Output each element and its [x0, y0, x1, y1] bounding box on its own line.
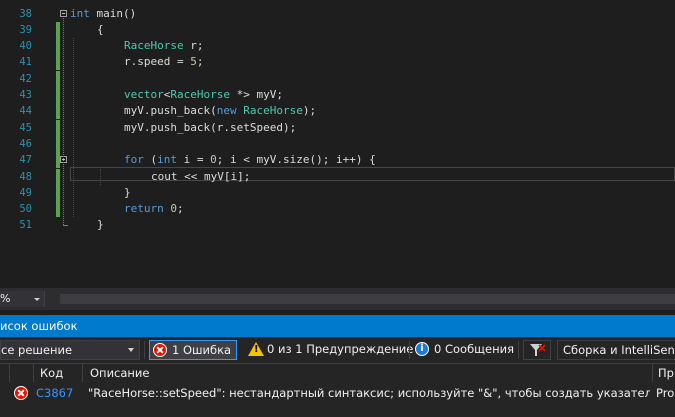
code-text: myV.push_back(r.setSpeed); — [124, 120, 297, 134]
code-editor[interactable]: 38 int main() 39 {40 RaceHorse r; 41 r.speed =… — [0, 0, 675, 288]
panel-title: исок ошибок — [0, 319, 78, 333]
code-text: } — [124, 185, 131, 199]
code-text: r.speed = 5; — [124, 55, 204, 69]
error-icon — [14, 386, 28, 400]
table-row[interactable]: C3867 "RaceHorse::setSpeed": нестандартн… — [0, 382, 675, 404]
editor-zoom-bar: % — [0, 288, 675, 310]
code-text: vector<RaceHorse *> myV; — [124, 88, 283, 101]
error-code-link[interactable]: C3867 — [36, 382, 73, 404]
line-number: 41 — [19, 56, 32, 69]
info-icon: i — [415, 342, 429, 356]
code-text: return 0; — [124, 202, 184, 216]
error-project: Pro — [656, 386, 675, 400]
line-number: 47 — [19, 154, 32, 167]
line-number: 40 — [19, 40, 32, 53]
error-icon — [153, 343, 167, 357]
line-number: 44 — [19, 105, 32, 118]
line-number: 48 — [19, 170, 32, 183]
column-header-description[interactable]: Описание — [90, 364, 149, 382]
toolbar-divider — [144, 341, 145, 359]
change-marker — [56, 201, 60, 218]
code-text: myV.push_back(new RaceHorse); — [124, 104, 317, 118]
fold-guide — [63, 17, 65, 226]
line-number: 45 — [19, 121, 32, 134]
line-number: 50 — [19, 203, 32, 216]
error-description: "RaceHorse::setSpeed": нестандартный син… — [88, 386, 650, 400]
change-marker — [56, 184, 60, 201]
code-line[interactable]: 40 RaceHorse r; — [0, 38, 675, 55]
toolbar-divider — [409, 341, 410, 359]
code-text: } — [97, 218, 104, 232]
column-divider — [82, 364, 83, 382]
change-marker — [56, 103, 60, 120]
column-header-code[interactable]: Код — [40, 364, 63, 382]
line-number: 42 — [19, 72, 32, 85]
error-grid-header: Код Описание Пр — [0, 363, 675, 383]
code-line[interactable]: 46 — [0, 135, 675, 152]
change-marker — [56, 70, 60, 87]
filter-toggle-button[interactable] — [523, 340, 551, 360]
code-line[interactable]: 43 vector<RaceHorse *> myV; — [0, 87, 675, 103]
code-text: RaceHorse r; — [124, 39, 204, 53]
column-divider — [9, 364, 10, 382]
indent-guide — [73, 38, 74, 218]
change-marker — [56, 21, 60, 38]
fold-end — [63, 225, 68, 227]
change-marker — [56, 135, 60, 152]
scope-dropdown[interactable]: се решение — [0, 340, 140, 360]
messages-filter-label: 0 Сообщения — [434, 342, 514, 356]
line-number: 43 — [19, 89, 32, 101]
code-line[interactable]: 42 — [0, 70, 675, 87]
errors-filter-label: 1 Ошибка — [172, 343, 232, 357]
code-text: { — [97, 22, 104, 36]
code-line[interactable]: 51} — [0, 217, 675, 233]
messages-filter-button[interactable]: i 0 Сообщения — [412, 340, 515, 360]
panel-bottom — [0, 404, 675, 417]
column-header-project[interactable]: Пр — [658, 364, 674, 382]
zoom-level: % — [0, 292, 11, 305]
build-source-label: Сборка и IntelliSense — [563, 343, 675, 357]
chevron-down-icon — [128, 348, 134, 352]
change-marker — [56, 38, 60, 55]
column-divider — [33, 364, 34, 382]
code-line[interactable]: 48 cout << myV[i]; — [0, 168, 675, 185]
warning-icon: ! — [248, 342, 264, 356]
line-number: 39 — [19, 23, 32, 36]
change-marker — [56, 87, 60, 103]
line-number: 46 — [19, 137, 32, 150]
code-line[interactable]: 38 int main() — [0, 6, 675, 22]
indent-guide — [100, 168, 101, 185]
error-list-title-bar[interactable]: исок ошибок — [0, 315, 675, 337]
line-number: 49 — [19, 186, 32, 199]
code-line[interactable]: 45 myV.push_back(r.setSpeed); — [0, 119, 675, 136]
errors-filter-button[interactable]: 1 Ошибка — [149, 340, 237, 360]
scope-label: се решение — [1, 343, 73, 357]
code-text: int main() — [70, 6, 137, 20]
column-divider — [652, 364, 653, 382]
warnings-filter-button[interactable]: ! 0 из 1 Предупреждение — [243, 340, 413, 360]
code-line[interactable]: 49} — [0, 184, 675, 201]
horizontal-scrollbar[interactable] — [60, 294, 675, 304]
code-text: cout << myV[i]; — [151, 169, 251, 183]
toolbar-divider — [518, 341, 519, 359]
line-number: 38 — [19, 7, 32, 20]
code-line[interactable]: 47 for (int i = 0; i < myV.size(); i++) { — [0, 152, 675, 169]
code-text: for (int i = 0; i < myV.size(); i++) { — [124, 153, 376, 167]
build-source-dropdown[interactable]: Сборка и IntelliSense — [557, 340, 675, 360]
zoom-dropdown[interactable]: % — [0, 291, 45, 307]
change-marker — [56, 168, 60, 185]
collapse-icon[interactable] — [60, 9, 67, 17]
code-line[interactable]: 50 return 0; — [0, 201, 675, 218]
chevron-down-icon — [34, 298, 40, 301]
line-number: 51 — [19, 219, 32, 232]
code-line[interactable]: 39 { — [0, 21, 675, 38]
filter-icon — [530, 344, 546, 356]
change-marker — [56, 54, 60, 71]
error-list-toolbar: се решение 1 Ошибка ! 0 из 1 Предупрежде… — [0, 337, 675, 363]
warnings-filter-label: 0 из 1 Предупреждение — [267, 342, 414, 356]
code-line[interactable]: 44 myV.push_back(new RaceHorse); — [0, 103, 675, 120]
code-line[interactable]: 41 r.speed = 5; — [0, 54, 675, 71]
change-marker — [56, 119, 60, 136]
